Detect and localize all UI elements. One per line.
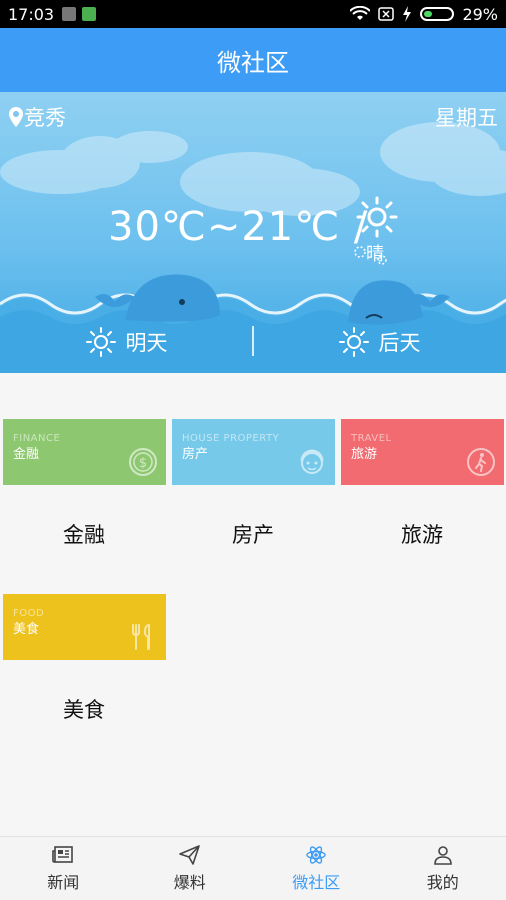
tile-chinese-label: 金融	[13, 447, 40, 462]
walking-person-icon	[467, 448, 495, 476]
location-pin-icon	[9, 107, 23, 127]
sunny-icon	[356, 196, 398, 238]
nav-community[interactable]: 微社区	[253, 837, 380, 900]
user-icon	[433, 845, 452, 865]
category-label-travel[interactable]: 旅游	[338, 519, 506, 549]
location[interactable]: 竞秀	[8, 102, 66, 132]
nav-mine-label: 我的	[426, 872, 459, 892]
nav-news-label: 新闻	[47, 872, 80, 892]
category-label-property[interactable]: 房产	[169, 519, 337, 549]
category-tile-finance[interactable]: FINANCE 金融 $	[3, 419, 166, 485]
wifi-icon	[350, 6, 371, 20]
forecast-tomorrow[interactable]: 明天	[0, 327, 253, 357]
android-notification-icon	[82, 7, 97, 21]
battery-percent: 29%	[462, 4, 498, 24]
nav-mine[interactable]: 我的	[380, 837, 506, 900]
tile-chinese-label: 旅游	[351, 447, 378, 462]
no-sim-icon	[378, 7, 395, 21]
app-bar: 微社区	[0, 28, 506, 92]
nav-report-label: 爆料	[173, 872, 206, 892]
day-after-label: 后天	[378, 331, 421, 355]
nav-report[interactable]: 爆料	[127, 837, 254, 900]
forecast-divider	[252, 326, 254, 356]
support-headset-icon	[300, 449, 324, 474]
temperature-range: 30℃~21℃ /	[108, 204, 369, 250]
category-label-finance[interactable]: 金融	[0, 519, 168, 549]
status-time: 17:03	[8, 4, 55, 24]
newspaper-icon	[52, 845, 74, 863]
tile-chinese-label: 房产	[182, 447, 209, 462]
coin-icon: $	[129, 448, 157, 476]
category-label-food[interactable]: 美食	[0, 694, 168, 724]
nav-community-label: 微社区	[292, 872, 341, 892]
battery-icon	[420, 7, 455, 21]
weekday: 星期五	[435, 106, 498, 130]
category-tile-travel[interactable]: TRAVEL 旅游	[341, 419, 504, 485]
weather-condition: 晴	[366, 244, 384, 265]
bottom-nav: 新闻 爆料 微社区 我的	[0, 836, 506, 900]
page-title: 微社区	[217, 48, 289, 77]
gallery-notification-icon	[62, 7, 77, 21]
sun-icon	[85, 327, 116, 357]
tile-chinese-label: 美食	[13, 622, 40, 637]
paper-plane-icon	[178, 844, 200, 865]
svg-text:$: $	[139, 456, 147, 471]
location-name: 竞秀	[24, 106, 66, 130]
weather-card[interactable]: 竞秀 星期五 30℃~21℃ / 晴 明天 后天	[0, 92, 506, 373]
fork-knife-icon	[132, 623, 150, 650]
tomorrow-label: 明天	[125, 331, 168, 355]
forecast-bar: 明天 后天	[0, 322, 506, 362]
forecast-day-after[interactable]: 后天	[253, 327, 506, 357]
nav-news[interactable]: 新闻	[0, 837, 127, 900]
sun-icon	[338, 327, 369, 357]
category-tile-property[interactable]: HOUSE PROPERTY 房产	[172, 419, 335, 485]
status-bar: 17:03 29%	[0, 0, 506, 28]
charging-icon	[403, 6, 412, 22]
atom-icon	[306, 845, 326, 864]
category-tile-food[interactable]: FOOD 美食	[3, 594, 166, 660]
